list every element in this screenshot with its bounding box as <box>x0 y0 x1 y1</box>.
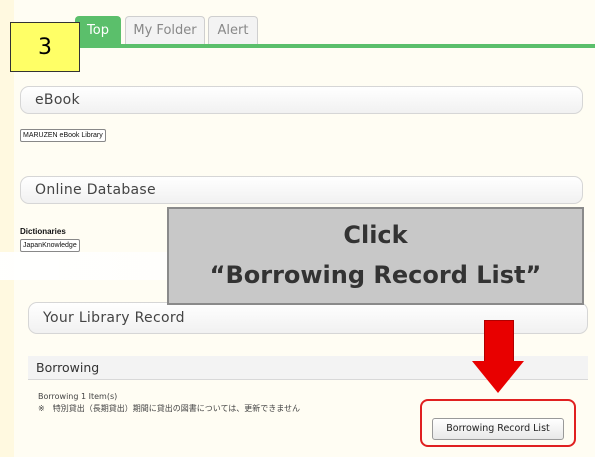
instruction-callout: Click “Borrowing Record List” <box>167 207 584 305</box>
dictionaries-label: Dictionaries <box>20 227 66 236</box>
tab-my-folder[interactable]: My Folder <box>125 16 205 44</box>
maruzen-ebook-library-link[interactable]: MARUZEN eBook Library <box>20 129 106 142</box>
tab-underline <box>65 44 595 48</box>
borrowing-note: ※ 特別貸出（長期貸出）期間に貸出の図書については、更新できません <box>38 404 301 413</box>
borrowing-record-list-button[interactable]: Borrowing Record List <box>432 418 564 440</box>
japanknowledge-link[interactable]: JapanKnowledge <box>20 239 80 252</box>
borrowing-count: Borrowing 1 Item(s) <box>38 392 118 401</box>
tab-alert[interactable]: Alert <box>208 16 258 44</box>
arrow-down-icon-shaft <box>484 320 514 363</box>
step-number-badge: 3 <box>10 22 80 72</box>
online-database-section-header: Online Database <box>20 176 583 204</box>
callout-line-2: “Borrowing Record List” <box>209 261 542 289</box>
ebook-section-header: eBook <box>20 86 583 114</box>
arrow-down-icon <box>472 361 524 393</box>
callout-line-1: Click <box>343 221 408 249</box>
tab-top[interactable]: Top <box>75 16 121 44</box>
